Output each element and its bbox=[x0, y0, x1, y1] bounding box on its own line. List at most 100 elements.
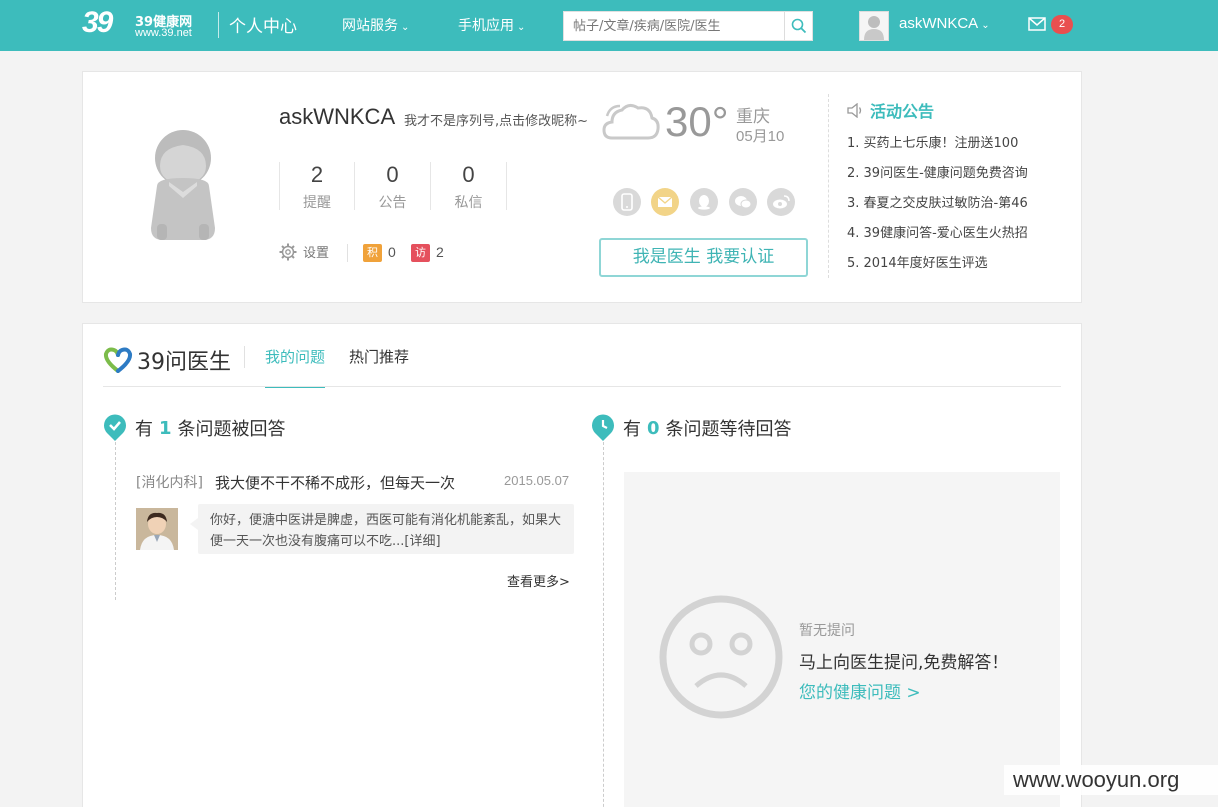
announcement-item[interactable]: 3. 春夏之交皮肤过敏防治-第46 bbox=[847, 194, 1028, 224]
question-category[interactable]: [消化内科] bbox=[136, 472, 203, 492]
gear-icon bbox=[279, 243, 297, 260]
doctor-photo[interactable] bbox=[136, 508, 178, 550]
announcement-item[interactable]: 2. 39问医生-健康问题免费咨询 bbox=[847, 164, 1028, 194]
divider bbox=[347, 244, 348, 262]
visits-tag: 访 bbox=[411, 244, 430, 262]
timeline-line bbox=[603, 442, 604, 807]
points-value: 0 bbox=[388, 244, 396, 260]
ask-doctor-title: 39问医生 bbox=[137, 350, 231, 375]
stat-messages[interactable]: 0 私信 bbox=[431, 162, 507, 211]
envelope-icon bbox=[657, 196, 673, 207]
doctor-portrait bbox=[136, 508, 178, 550]
announcement-item[interactable]: 1. 买药上七乐康！注册送100 bbox=[847, 134, 1028, 164]
logo-divider bbox=[218, 12, 219, 38]
profile-stats: 2 提醒 0 公告 0 私信 bbox=[279, 162, 507, 211]
qq-bind-icon[interactable] bbox=[690, 188, 718, 216]
settings-label: 设置 bbox=[303, 246, 330, 261]
visits-value: 2 bbox=[436, 244, 444, 260]
timeline-line bbox=[115, 442, 116, 600]
heart-logo-icon bbox=[103, 347, 133, 373]
waiting-heading: 有 0 条问题等待回答 bbox=[591, 414, 792, 442]
weather-date: 05月10 bbox=[736, 128, 785, 145]
tab-underline bbox=[103, 386, 1061, 387]
qq-icon bbox=[698, 195, 710, 210]
stat-number: 0 bbox=[386, 162, 399, 187]
empty-message: 马上向医生提问,免费解答！ bbox=[799, 653, 1009, 673]
nav-label: 网站服务 bbox=[342, 18, 398, 34]
weibo-icon bbox=[773, 195, 790, 209]
questions-card: 39问医生 我的问题 热门推荐 有 1 条问题被回答 [消化内科] 我大便不干不稀不… bbox=[82, 323, 1082, 807]
user-avatar[interactable] bbox=[859, 11, 889, 41]
divider bbox=[244, 346, 245, 368]
weibo-bind-icon[interactable] bbox=[767, 188, 795, 216]
search-button[interactable] bbox=[784, 12, 812, 40]
answered-heading: 有 1 条问题被回答 bbox=[103, 414, 286, 442]
nav-label: 手机应用 bbox=[458, 18, 514, 34]
temperature: 30° bbox=[665, 98, 729, 145]
nav-site-services[interactable]: 网站服务 ⌄ bbox=[342, 15, 409, 35]
announcements-title: 活动公告 bbox=[847, 98, 934, 122]
clock-pin-icon bbox=[592, 414, 614, 441]
user-silhouette-icon bbox=[860, 12, 888, 40]
search-icon bbox=[791, 18, 806, 34]
chevron-down-icon: ⌄ bbox=[517, 22, 526, 33]
tab-my-questions[interactable]: 我的问题 bbox=[265, 346, 326, 388]
view-more-link[interactable]: 查看更多> bbox=[507, 571, 570, 590]
answered-count: 1 bbox=[159, 417, 172, 439]
mail-icon[interactable] bbox=[1028, 17, 1046, 31]
announcement-item[interactable]: 5. 2014年度好医生评选 bbox=[847, 254, 1028, 284]
chevron-down-icon: ⌄ bbox=[981, 20, 990, 31]
stat-number: 2 bbox=[310, 162, 324, 187]
stat-number: 0 bbox=[462, 162, 475, 187]
page-title: 个人中心 bbox=[229, 17, 297, 37]
wechat-bind-icon[interactable] bbox=[729, 188, 757, 216]
settings-link[interactable]: 设置 bbox=[279, 242, 329, 261]
points-tag: 积 bbox=[363, 244, 382, 262]
announcement-item[interactable]: 4. 39健康问答-爱心医生火热招 bbox=[847, 224, 1028, 254]
empty-title: 暂无提问 bbox=[799, 623, 855, 639]
stat-label: 私信 bbox=[454, 195, 483, 211]
username: askWNKCA bbox=[899, 15, 979, 32]
mail-count-badge: 2 bbox=[1051, 15, 1073, 34]
stat-reminders[interactable]: 2 提醒 bbox=[279, 162, 355, 211]
profile-username: askWNKCA bbox=[279, 104, 396, 129]
site-logo[interactable]: 39 39健康网 www.39.net bbox=[82, 6, 212, 44]
check-pin-icon bbox=[104, 414, 126, 441]
logo-url: www.39.net bbox=[135, 27, 192, 39]
answered-prefix: 有 bbox=[135, 419, 153, 440]
answered-suffix: 条问题被回答 bbox=[177, 419, 286, 440]
speaker-icon bbox=[847, 102, 862, 118]
nav-mobile-apps[interactable]: 手机应用 ⌄ bbox=[458, 15, 525, 35]
cloud-icon bbox=[602, 103, 660, 140]
edit-nickname-link[interactable]: 我才不是序列号,点击修改昵称~ bbox=[404, 110, 588, 129]
phone-bind-icon[interactable] bbox=[613, 188, 641, 216]
stat-announcements[interactable]: 0 公告 bbox=[355, 162, 431, 211]
watermark: www.wooyun.org bbox=[1004, 765, 1218, 795]
doctor-verify-button[interactable]: 我是医生 我要认证 bbox=[599, 238, 808, 277]
empty-state: 暂无提问 马上向医生提问,免费解答！ 您的健康问题 > bbox=[624, 472, 1060, 807]
waiting-count: 0 bbox=[647, 417, 660, 439]
question-title[interactable]: 我大便不干不稀不成形，但每天一次 bbox=[215, 472, 455, 493]
announcements-list: 1. 买药上七乐康！注册送100 2. 39问医生-健康问题免费咨询 3. 春夏… bbox=[847, 134, 1028, 284]
email-bind-icon[interactable] bbox=[651, 188, 679, 216]
default-avatar-icon[interactable] bbox=[143, 128, 223, 244]
user-menu[interactable]: askWNKCA ⌄ bbox=[899, 15, 990, 32]
stat-label: 提醒 bbox=[303, 195, 331, 211]
waiting-prefix: 有 bbox=[623, 419, 641, 440]
logo-number: 39 bbox=[82, 6, 113, 39]
chevron-down-icon: ⌄ bbox=[401, 22, 410, 33]
question-date: 2015.05.07 bbox=[504, 473, 570, 488]
phone-icon bbox=[621, 193, 633, 211]
tab-hot-recommend[interactable]: 热门推荐 bbox=[349, 346, 409, 386]
divider bbox=[828, 94, 829, 278]
wechat-icon bbox=[735, 196, 752, 209]
ask-question-link[interactable]: 您的健康问题 > bbox=[799, 678, 921, 703]
weather-city: 重庆 bbox=[736, 107, 770, 127]
search-box bbox=[563, 11, 813, 41]
sad-face-icon bbox=[659, 595, 783, 719]
search-input[interactable] bbox=[564, 12, 784, 40]
announcements-title-text: 活动公告 bbox=[870, 102, 935, 121]
doctor-reply[interactable]: 你好，便溏中医讲是脾虚，西医可能有消化机能紊乱，如果大便一天一次也没有腹痛可以不… bbox=[190, 504, 574, 554]
stat-label: 公告 bbox=[378, 195, 407, 211]
profile-card: askWNKCA 我才不是序列号,点击修改昵称~ 2 提醒 0 公告 0 私信 … bbox=[82, 71, 1082, 303]
